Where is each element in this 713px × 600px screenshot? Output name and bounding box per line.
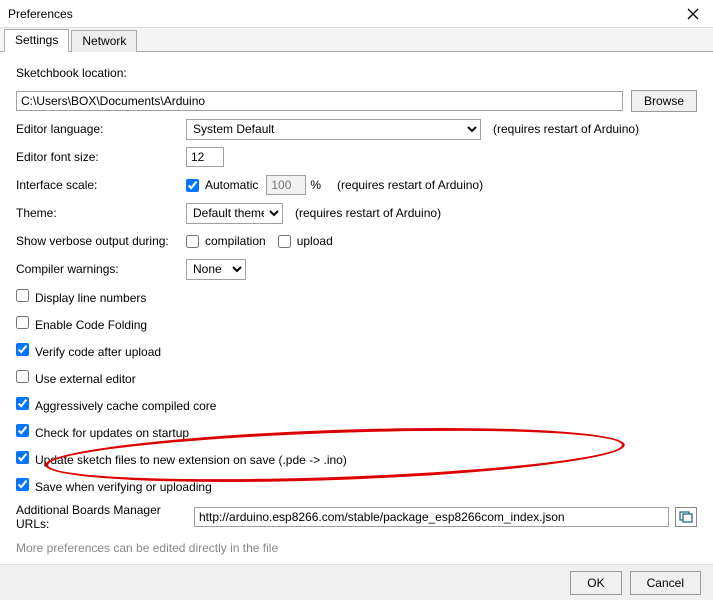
opt-code-folding[interactable]: Enable Code Folding xyxy=(16,316,147,332)
fontsize-input[interactable] xyxy=(186,147,224,167)
theme-hint: (requires restart of Arduino) xyxy=(295,206,441,220)
tabstrip: Settings Network xyxy=(0,28,713,52)
boards-url-label: Additional Boards Manager URLs: xyxy=(16,503,194,531)
opt-verify-upload[interactable]: Verify code after upload xyxy=(16,343,161,359)
more-prefs-text: More preferences can be edited directly … xyxy=(16,541,278,555)
tab-network[interactable]: Network xyxy=(71,30,137,52)
verbose-label: Show verbose output during: xyxy=(16,234,186,248)
ok-button[interactable]: OK xyxy=(570,571,621,595)
window-title: Preferences xyxy=(8,7,73,21)
opt-aggressive-cache[interactable]: Aggressively cache compiled core xyxy=(16,397,216,413)
close-icon[interactable] xyxy=(673,0,713,28)
opt-check-updates[interactable]: Check for updates on startup xyxy=(16,424,189,440)
scale-value-input xyxy=(266,175,306,195)
language-select[interactable]: System Default xyxy=(186,119,481,140)
settings-panel: Sketchbook location: Browse Editor langu… xyxy=(0,52,713,600)
titlebar: Preferences xyxy=(0,0,713,28)
language-label: Editor language: xyxy=(16,122,186,136)
scale-auto-checkbox[interactable] xyxy=(186,179,199,192)
theme-label: Theme: xyxy=(16,206,186,220)
opt-line-numbers[interactable]: Display line numbers xyxy=(16,289,146,305)
scale-auto-check[interactable]: Automatic xyxy=(186,178,258,192)
sketchbook-label: Sketchbook location: xyxy=(16,66,127,80)
tab-settings[interactable]: Settings xyxy=(4,29,69,52)
warnings-select[interactable]: None xyxy=(186,259,246,280)
verbose-upload-checkbox[interactable] xyxy=(278,235,291,248)
scale-label: Interface scale: xyxy=(16,178,186,192)
sketchbook-path-input[interactable] xyxy=(16,91,623,111)
scale-percent: % xyxy=(310,178,321,192)
scale-hint: (requires restart of Arduino) xyxy=(337,178,483,192)
verbose-compile-check[interactable]: compilation xyxy=(186,234,266,248)
verbose-compile-checkbox[interactable] xyxy=(186,235,199,248)
theme-select[interactable]: Default theme xyxy=(186,203,283,224)
opt-save-verify[interactable]: Save when verifying or uploading xyxy=(16,478,212,494)
opt-external-editor[interactable]: Use external editor xyxy=(16,370,136,386)
fontsize-label: Editor font size: xyxy=(16,150,186,164)
verbose-upload-check[interactable]: upload xyxy=(278,234,333,248)
boards-url-input[interactable] xyxy=(194,507,669,527)
warnings-label: Compiler warnings: xyxy=(16,262,186,276)
cancel-button[interactable]: Cancel xyxy=(630,571,701,595)
boards-url-expand-icon[interactable] xyxy=(675,507,697,527)
language-hint: (requires restart of Arduino) xyxy=(493,122,639,136)
opt-update-ext[interactable]: Update sketch files to new extension on … xyxy=(16,451,347,467)
browse-button[interactable]: Browse xyxy=(631,90,697,112)
dialog-footer: OK Cancel xyxy=(0,564,713,600)
